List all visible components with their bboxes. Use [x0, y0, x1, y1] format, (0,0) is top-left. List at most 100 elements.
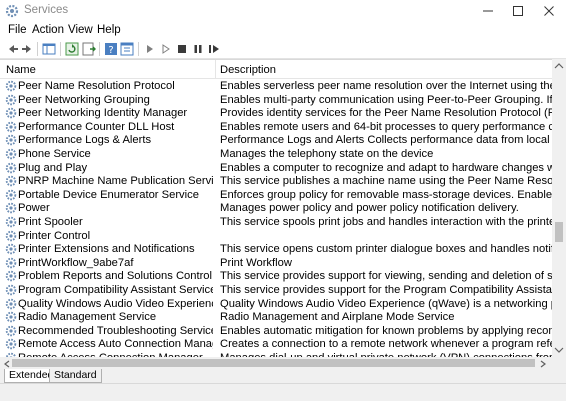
- title-bar: Services: [0, 0, 566, 22]
- toolbar: ?: [0, 40, 566, 59]
- service-row[interactable]: Program Compatibility Assistant Service T…: [0, 284, 552, 298]
- service-name: Program Compatibility Assistant Service: [18, 284, 213, 296]
- start-service-icon[interactable]: [142, 41, 158, 57]
- service-row[interactable]: Remote Access Auto Connection Manager Cre…: [0, 338, 552, 352]
- services-gear-icon: [5, 4, 19, 18]
- scroll-right-arrow-icon[interactable]: [538, 359, 548, 368]
- service-gear-icon: [5, 121, 17, 133]
- scroll-up-arrow-icon[interactable]: [552, 59, 566, 73]
- service-gear-icon: [5, 230, 17, 242]
- tab-standard[interactable]: Standard: [49, 369, 102, 383]
- restart-service-icon[interactable]: [206, 41, 222, 57]
- scrollbar-corner: [552, 357, 566, 369]
- service-description: This service provides support for viewin…: [220, 270, 552, 283]
- vertical-scrollbar[interactable]: [552, 59, 566, 357]
- properties-icon[interactable]: [119, 41, 135, 57]
- refresh-icon[interactable]: [64, 41, 80, 57]
- service-name: Printer Control: [18, 229, 91, 242]
- service-gear-icon: [5, 148, 17, 160]
- service-row[interactable]: Plug and Play Enables a computer to recog…: [0, 162, 552, 176]
- console-tree-icon[interactable]: [41, 41, 57, 57]
- service-gear-icon: [5, 175, 17, 187]
- back-arrow-icon[interactable]: [4, 41, 20, 57]
- service-row[interactable]: Performance Logs & Alerts Performance Log…: [0, 134, 552, 148]
- service-row[interactable]: PNRP Machine Name Publication Service Thi…: [0, 175, 552, 189]
- service-row[interactable]: Peer Networking Grouping Enables multi-pa…: [0, 94, 552, 108]
- scroll-left-arrow-icon[interactable]: [2, 359, 12, 368]
- service-name: Power: [18, 202, 50, 215]
- toolbar-separator: [37, 42, 38, 56]
- service-name: Phone Service: [18, 148, 91, 160]
- column-header-description[interactable]: Description: [220, 64, 276, 76]
- service-row[interactable]: Printer Extensions and Notifications This…: [0, 243, 552, 257]
- svg-text:?: ?: [108, 45, 113, 56]
- service-description: Creates a connection to a remote network…: [220, 338, 552, 351]
- menu-view[interactable]: View: [68, 24, 93, 36]
- service-row[interactable]: Recommended Troubleshooting Service Enabl…: [0, 325, 552, 339]
- column-header-name[interactable]: Name: [6, 64, 36, 76]
- service-gear-icon: [5, 311, 17, 323]
- service-description: Quality Windows Audio Video Experience (…: [220, 297, 552, 310]
- service-row[interactable]: Peer Name Resolution Protocol Enables ser…: [0, 80, 552, 94]
- column-divider[interactable]: [215, 60, 216, 78]
- service-row[interactable]: Problem Reports and Solutions Control Pa…: [0, 270, 552, 284]
- service-gear-icon: [5, 202, 17, 214]
- service-row[interactable]: Performance Counter DLL Host Enables remo…: [0, 121, 552, 135]
- service-name: Recommended Troubleshooting Service: [18, 324, 213, 337]
- scroll-down-arrow-icon[interactable]: [552, 343, 566, 357]
- service-gear-icon: [5, 162, 17, 174]
- menu-file[interactable]: File: [8, 24, 27, 36]
- maximize-button[interactable]: [503, 0, 533, 22]
- service-description: This service opens custom printer dialog…: [220, 243, 552, 256]
- service-name: Performance Counter DLL Host: [18, 120, 175, 133]
- pause-service-icon[interactable]: [190, 41, 206, 57]
- services-window: Services File Action View Help ? Name De…: [0, 0, 566, 401]
- service-row[interactable]: PrintWorkflow_9abe7af Print Workflow: [0, 257, 552, 271]
- vertical-scroll-thumb[interactable]: [555, 222, 563, 242]
- toolbar-separator: [60, 42, 61, 56]
- service-description: Enables automatic mitigation for known p…: [220, 324, 552, 337]
- service-gear-icon: [5, 134, 17, 146]
- service-row[interactable]: Power Manages power policy and power poli…: [0, 202, 552, 216]
- service-row[interactable]: Portable Device Enumerator Service Enforc…: [0, 189, 552, 203]
- service-gear-icon: [5, 243, 17, 255]
- stop-service-icon[interactable]: [174, 41, 190, 57]
- service-description: Performance Logs and Alerts Collects per…: [220, 134, 552, 147]
- status-bar: [0, 383, 566, 401]
- service-gear-icon: [5, 94, 17, 106]
- export-list-icon[interactable]: [81, 41, 97, 57]
- forward-arrow-icon[interactable]: [20, 41, 36, 57]
- service-row[interactable]: Phone Service Manages the telephony state…: [0, 148, 552, 162]
- service-name: PNRP Machine Name Publication Service: [18, 175, 213, 188]
- menu-help[interactable]: Help: [97, 24, 121, 36]
- horizontal-scrollbar[interactable]: [0, 357, 552, 369]
- toolbar-separator: [138, 42, 139, 56]
- service-row[interactable]: Quality Windows Audio Video Experience Qu…: [0, 298, 552, 312]
- service-name: Problem Reports and Solutions Control Pa…: [18, 270, 213, 283]
- service-gear-icon: [5, 216, 17, 228]
- horizontal-scroll-thumb[interactable]: [12, 359, 535, 367]
- start-service-alt-icon[interactable]: [158, 41, 174, 57]
- service-row[interactable]: Radio Management Service Radio Management…: [0, 311, 552, 325]
- service-description: This service provides support for the Pr…: [220, 284, 552, 296]
- help-icon[interactable]: ?: [103, 41, 119, 57]
- service-gear-icon: [5, 338, 17, 350]
- service-gear-icon: [5, 284, 17, 296]
- menu-action[interactable]: Action: [32, 24, 64, 36]
- service-row[interactable]: Peer Networking Identity Manager Provides…: [0, 107, 552, 121]
- service-description: Print Workflow: [220, 256, 292, 269]
- services-list: Name Description Peer Name Resolution Pr…: [0, 59, 552, 358]
- service-gear-icon: [5, 80, 17, 92]
- minimize-button[interactable]: [473, 0, 503, 22]
- service-gear-icon: [5, 189, 17, 201]
- service-name: Print Spooler: [18, 216, 83, 228]
- service-gear-icon: [5, 257, 17, 269]
- service-gear-icon: [5, 270, 17, 282]
- service-row[interactable]: Print Spooler This service spools print j…: [0, 216, 552, 230]
- service-row[interactable]: Printer Control: [0, 230, 552, 244]
- window-title: Services: [24, 4, 69, 16]
- close-button[interactable]: [534, 0, 564, 22]
- service-name: Radio Management Service: [18, 311, 157, 324]
- service-description: This service spools print jobs and handl…: [220, 216, 552, 228]
- service-description: Radio Management and Airplane Mode Servi…: [220, 311, 455, 324]
